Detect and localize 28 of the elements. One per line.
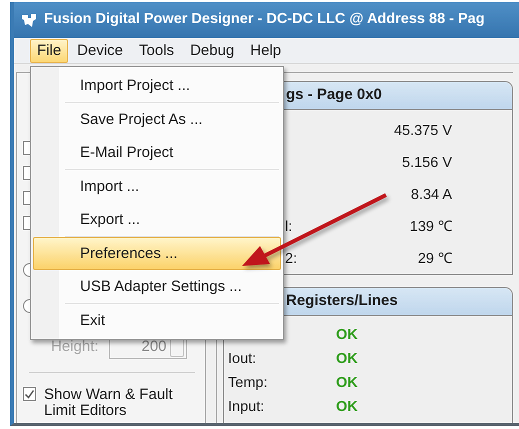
window-title: Fusion Digital Power Designer - DC-DC LLC @ Address 88 - Pag bbox=[44, 10, 485, 30]
status-value: OK bbox=[336, 374, 358, 393]
logo-icon bbox=[20, 11, 38, 29]
menu-entry[interactable]: E-Mail Project bbox=[33, 136, 281, 169]
reading-value: 8.34 A bbox=[410, 186, 452, 205]
reading-label: 2: bbox=[285, 250, 298, 269]
status-label: Temp: bbox=[228, 374, 268, 393]
menu-item[interactable]: File bbox=[30, 38, 68, 62]
reading-value: 5.156 V bbox=[402, 154, 452, 173]
menu-entry[interactable]: Preferences ... bbox=[33, 237, 281, 270]
status-label: Input: bbox=[228, 398, 266, 417]
menu-entry[interactable]: Import ... bbox=[33, 170, 281, 203]
reading-label: l: bbox=[285, 218, 292, 237]
checkbox-label: Show Warn & Fault Limit Editors bbox=[44, 387, 174, 419]
checkbox[interactable] bbox=[23, 387, 36, 401]
menu-entry[interactable]: Export ... bbox=[33, 203, 281, 236]
height-label: Height: bbox=[51, 336, 99, 357]
status-label: Iout: bbox=[228, 350, 258, 369]
menu-item[interactable]: Debug bbox=[183, 38, 242, 62]
reading-value: 45.375 V bbox=[394, 122, 452, 141]
reading-value: 29 ℃ bbox=[418, 250, 452, 269]
status-value: OK bbox=[336, 326, 358, 345]
menu-item[interactable]: Help bbox=[243, 38, 288, 62]
status-value: OK bbox=[336, 398, 358, 417]
menu-item[interactable]: Device bbox=[70, 38, 130, 62]
status-value: OK bbox=[336, 350, 358, 369]
reading-value: 139 ℃ bbox=[410, 218, 452, 237]
menu-item[interactable]: Tools bbox=[132, 38, 182, 62]
